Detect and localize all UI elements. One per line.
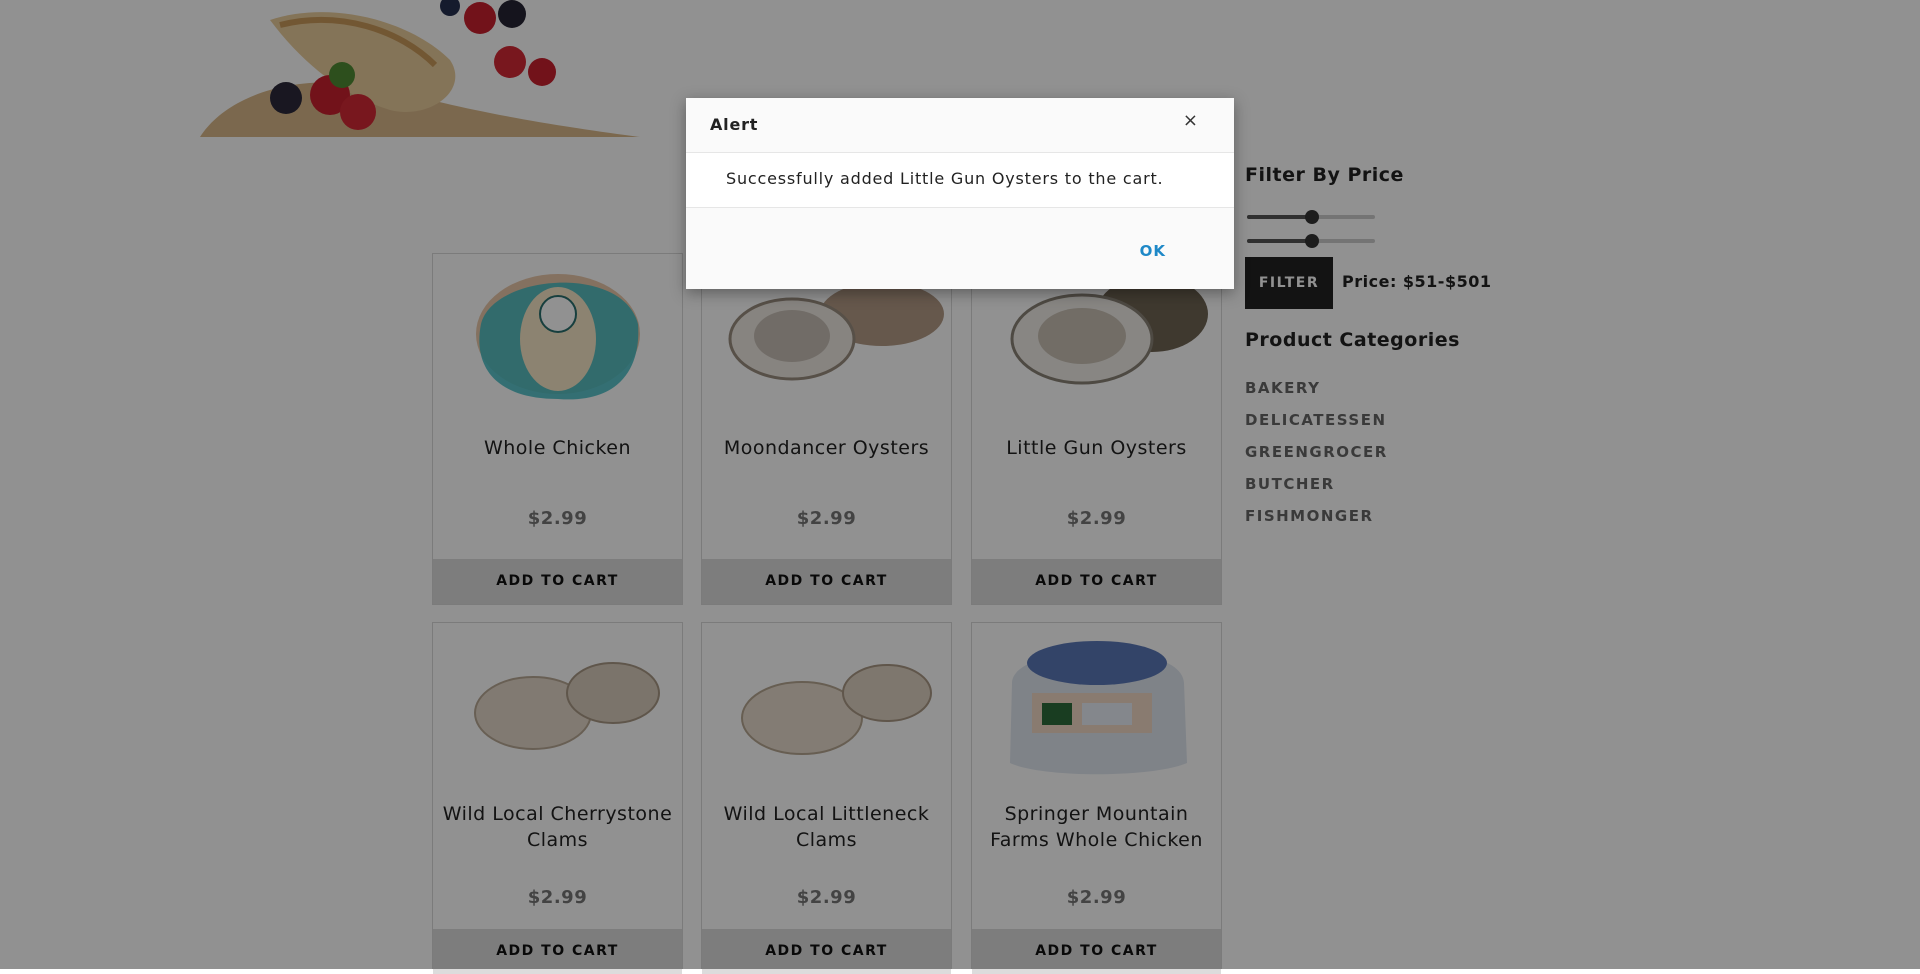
dialog-body: Successfully added Little Gun Oysters to…	[686, 153, 1234, 208]
ok-button[interactable]: OK	[1140, 242, 1166, 260]
alert-dialog: Alert × Successfully added Little Gun Oy…	[686, 98, 1234, 289]
dialog-message: Successfully added Little Gun Oysters to…	[726, 169, 1164, 188]
dialog-header: Alert ×	[686, 98, 1234, 153]
dialog-title: Alert	[710, 115, 759, 134]
close-icon[interactable]: ×	[1183, 110, 1198, 131]
